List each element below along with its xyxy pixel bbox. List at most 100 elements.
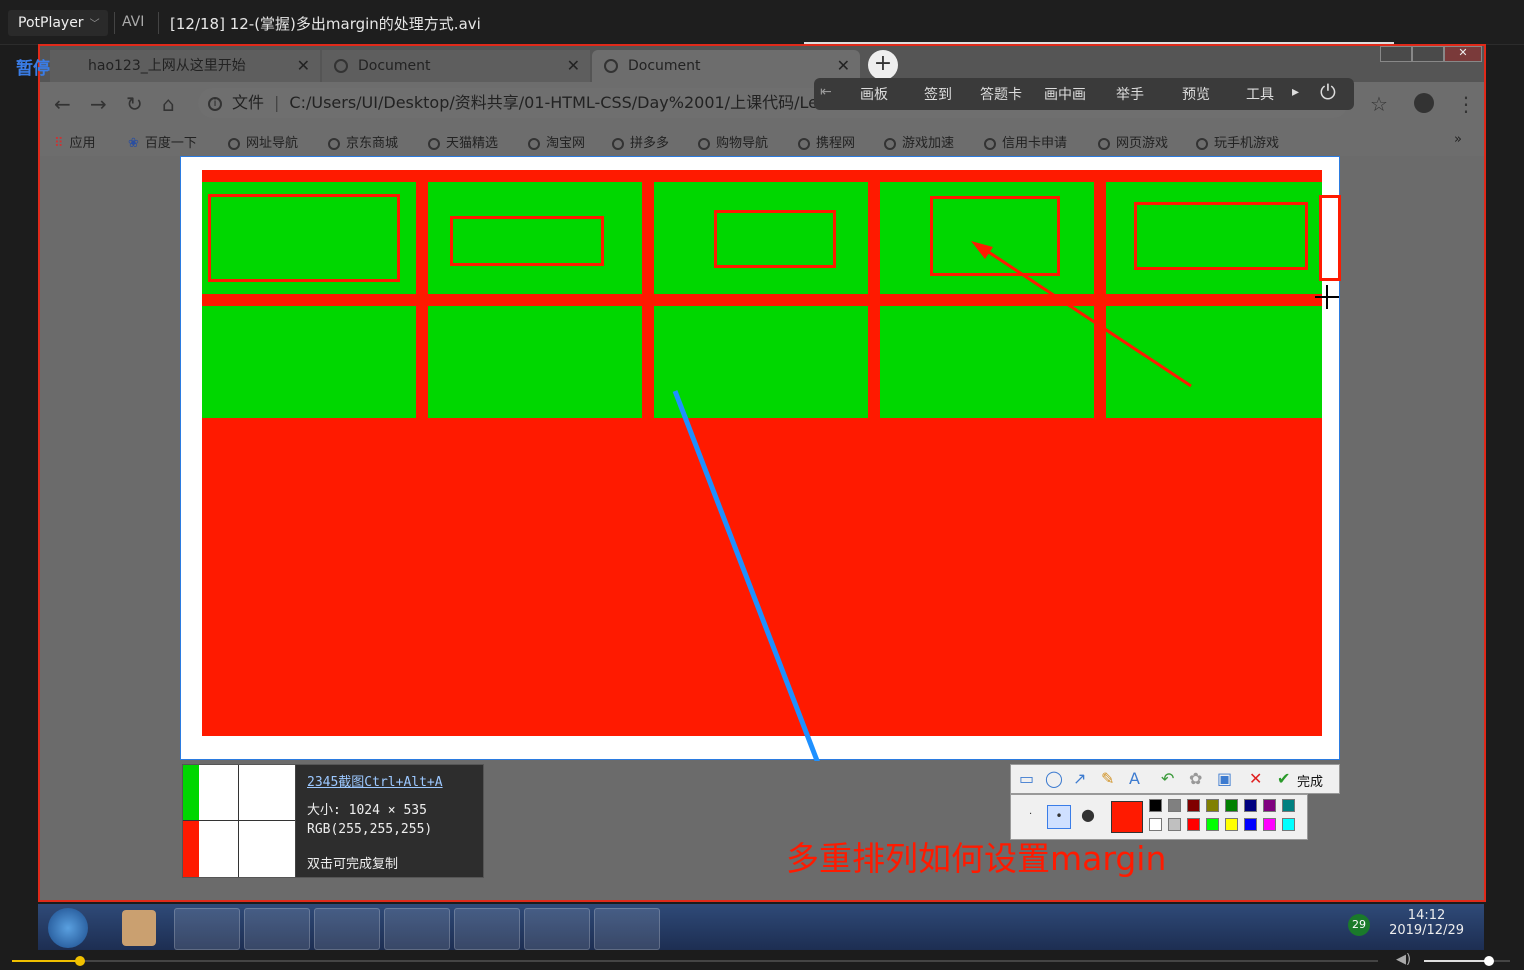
arrow-icon[interactable]: ▸ [1292,84,1299,100]
color-swatch[interactable] [1206,818,1219,831]
player-menu-button[interactable]: PotPlayer ﹀ [8,10,108,36]
color-swatch[interactable] [1244,818,1257,831]
seek-track[interactable] [12,960,1378,962]
video-frame[interactable]: hao123_上网从这里开始 ✕ Document ✕ Document ✕ +… [38,44,1486,902]
vscode-icon[interactable] [384,908,450,950]
menu-icon[interactable]: ⋮ [1456,92,1476,116]
typora-icon[interactable] [524,908,590,950]
back-icon[interactable]: ← [54,92,71,116]
toolbar-item-signin[interactable]: 签到 [924,84,952,104]
file-title: [12/18] 12-(掌握)多出margin的处理方式.avi [170,15,481,33]
volume-icon[interactable]: ◀) [1396,952,1411,967]
power-icon[interactable]: ⏻ [1320,80,1336,104]
bookmark-item[interactable]: 网页游戏 [1098,132,1168,151]
tab-document-1[interactable]: Document ✕ [322,50,590,82]
new-tab-button[interactable]: + [868,50,898,80]
color-swatch[interactable] [1168,799,1181,812]
bookmark-label: 天猫精选 [446,136,499,151]
globe-icon [334,59,348,73]
forward-icon[interactable]: → [90,92,107,116]
media-player-icon[interactable] [174,908,240,950]
color-swatch[interactable] [1282,818,1295,831]
more-bookmarks-icon[interactable]: » [1454,132,1462,147]
undo-icon[interactable]: ↶ [1161,769,1174,788]
color-swatch[interactable] [1187,799,1200,812]
cancel-icon[interactable]: ✕ [1249,769,1262,788]
toolbar-item-tools[interactable]: 工具 [1246,84,1274,104]
current-color[interactable] [1111,801,1143,833]
color-swatch[interactable] [1225,818,1238,831]
bookmark-item[interactable]: 玩手机游戏 [1196,132,1279,151]
paused-indicator: 暂停 [16,59,50,79]
bookmark-apps[interactable]: ⠿ 应用 [54,132,96,151]
bookmark-item[interactable]: 拼多多 [612,132,669,151]
player-title-bar: PotPlayer ﹀ AVI [12/18] 12-(掌握)多出margin的处… [0,0,1524,45]
minimize-button[interactable] [1380,46,1412,62]
red-arrowhead [971,241,993,259]
color-swatch[interactable] [1187,818,1200,831]
home-icon[interactable]: ⌂ [162,92,175,116]
profile-icon[interactable] [1414,93,1434,113]
color-swatch[interactable] [1282,799,1295,812]
bookmark-item[interactable]: 购物导航 [698,132,768,151]
check-icon[interactable]: ✔ [1277,769,1290,788]
close-icon[interactable]: ✕ [567,50,580,82]
collapse-icon[interactable]: ⇤ [820,84,832,100]
file-explorer-icon[interactable] [244,908,310,950]
globe-icon [984,137,996,150]
brush-icon[interactable]: ✎ [1101,769,1114,788]
done-button[interactable]: 完成 [1297,771,1323,790]
color-swatch[interactable] [1263,799,1276,812]
bookmark-item[interactable]: 天猫精选 [428,132,498,151]
bookmark-item[interactable]: 游戏加速 [884,132,954,151]
seek-handle[interactable] [75,956,86,966]
bookmark-item[interactable]: 携程网 [798,132,855,151]
color-swatch[interactable] [1149,818,1162,831]
rectangle-icon[interactable]: ▭ [1019,769,1034,788]
toolbar-item-board[interactable]: 画板 [860,84,888,104]
powerpoint-icon[interactable] [454,908,520,950]
system-clock[interactable]: 14:12 2019/12/29 [1389,908,1464,938]
color-swatch[interactable] [1206,799,1219,812]
chrome-icon[interactable] [314,908,380,950]
size-medium[interactable]: • [1047,805,1071,829]
toolbar-item-answer-card[interactable]: 答题卡 [980,84,1022,104]
taskbar: 29 14:12 2019/12/29 [38,904,1484,950]
start-button[interactable] [48,908,88,948]
toolbar-item-pip[interactable]: 画中画 [1044,84,1086,104]
color-swatch[interactable] [1263,818,1276,831]
color-swatch[interactable] [1244,799,1257,812]
player-name: PotPlayer [18,15,84,31]
bookmark-item[interactable]: ❀ 百度一下 [128,132,197,151]
save-icon[interactable]: ▣ [1217,769,1232,788]
chevron-down-icon: ﹀ [89,19,100,30]
volume-handle[interactable] [1483,956,1494,966]
notification-badge[interactable]: 29 [1348,914,1370,936]
tab-hao123[interactable]: hao123_上网从这里开始 ✕ [50,50,320,82]
size-large[interactable]: ● [1081,805,1095,824]
toolbar-item-preview[interactable]: 预览 [1182,84,1210,104]
maximize-button[interactable] [1412,46,1444,62]
size-small[interactable]: · [1029,809,1032,820]
arrow-tool-icon[interactable]: ↗ [1073,769,1086,788]
color-swatch[interactable] [1168,818,1181,831]
color-swatch[interactable] [1149,799,1162,812]
globe-icon [698,137,710,150]
color-swatch[interactable] [1225,799,1238,812]
close-window-button[interactable]: ✕ [1444,46,1482,62]
bookmark-item[interactable]: 淘宝网 [528,132,585,151]
close-icon[interactable]: ✕ [297,50,310,82]
bookmark-item[interactable]: 网址导航 [228,132,298,151]
bookmark-item[interactable]: 京东商城 [328,132,398,151]
notepad-icon[interactable] [594,908,660,950]
bookmark-label: 玩手机游戏 [1214,136,1280,151]
ellipse-icon[interactable]: ◯ [1045,769,1063,788]
bookmark-item[interactable]: 信用卡申请 [984,132,1067,151]
palette-icon[interactable]: ✿ [1189,769,1202,788]
screenshot-selection[interactable] [180,156,1341,761]
star-icon[interactable]: ☆ [1370,92,1388,116]
avatar-icon[interactable] [122,910,156,946]
reload-icon[interactable]: ↻ [126,92,143,116]
text-icon[interactable]: A [1129,769,1140,788]
toolbar-item-raise-hand[interactable]: 举手 [1116,84,1144,104]
